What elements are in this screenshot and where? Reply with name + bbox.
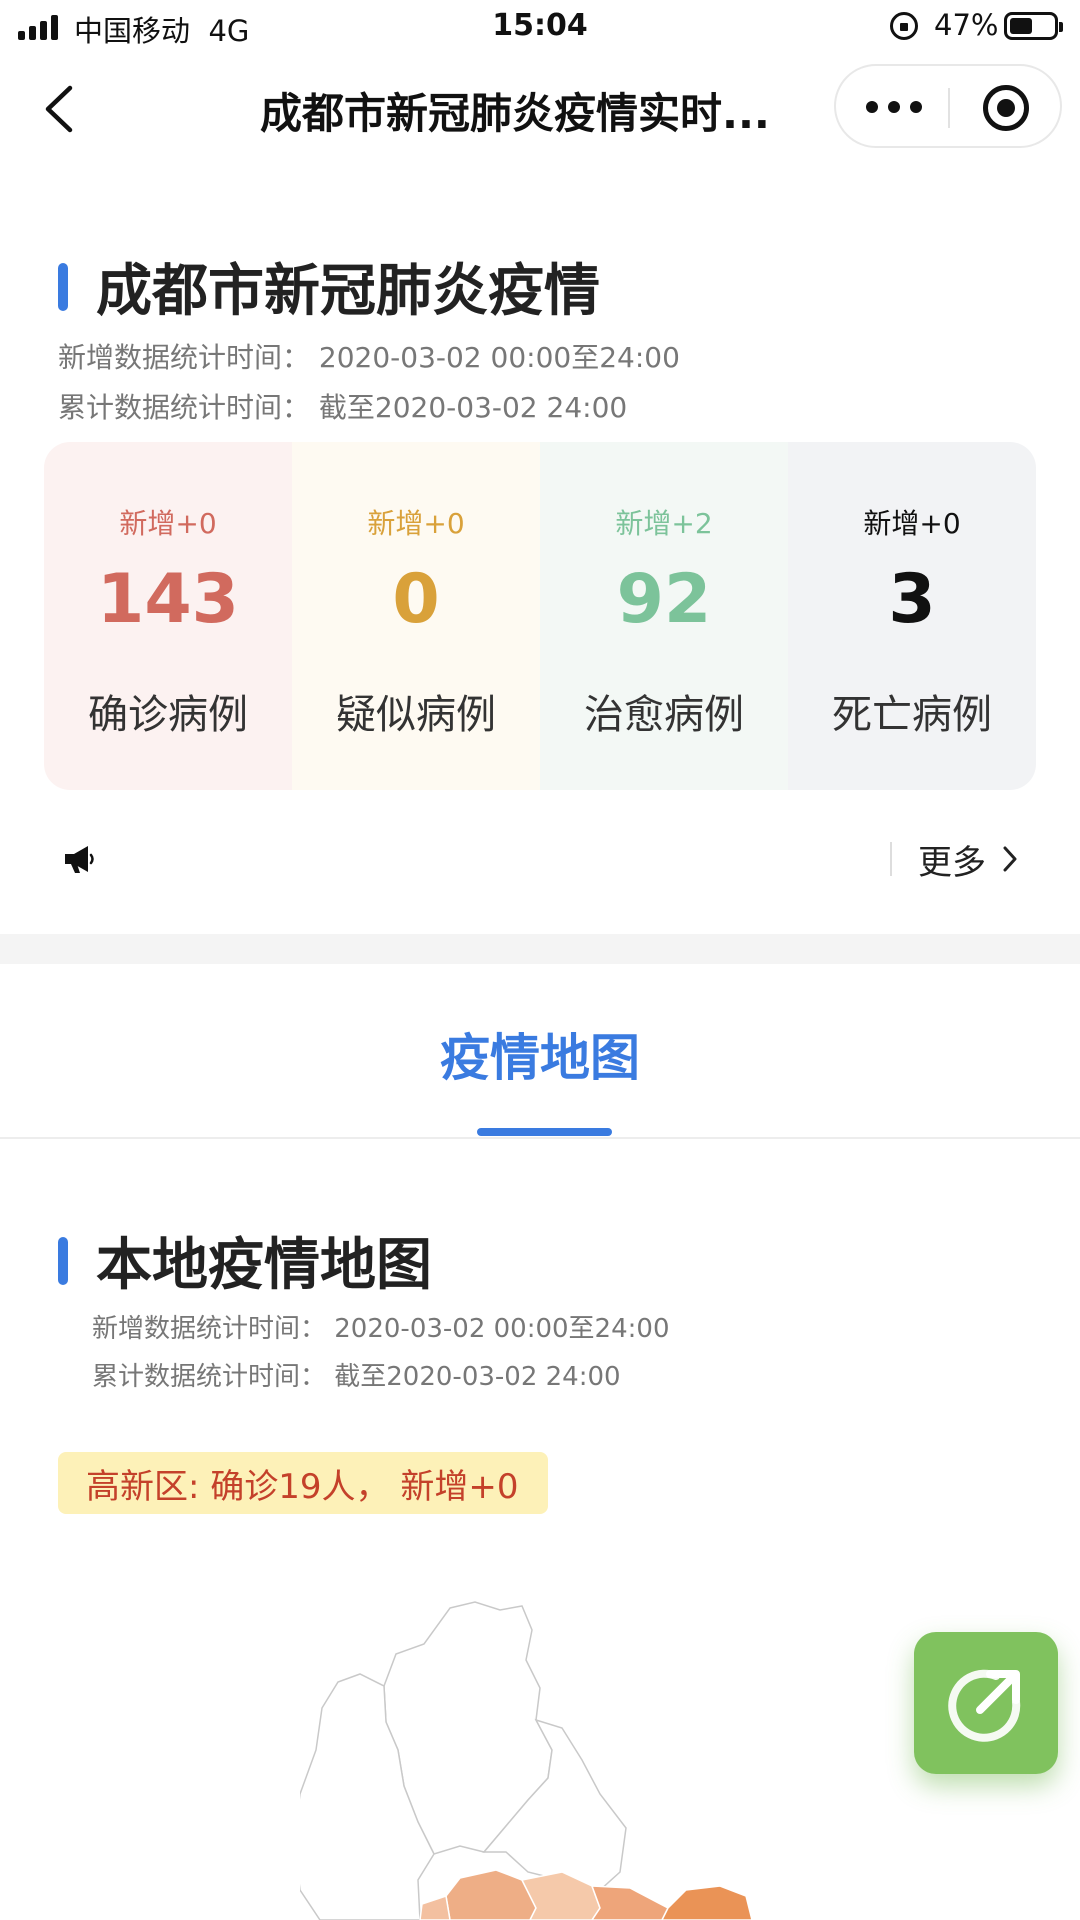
stat-label: 疑似病例 bbox=[336, 692, 496, 738]
local-map-heading-text: 本地疫情地图 bbox=[96, 1233, 432, 1298]
map-region-southwest bbox=[419, 1895, 451, 1920]
mini-program-capsule bbox=[834, 64, 1062, 148]
page-title: 成都市新冠肺炎疫情实时... bbox=[260, 89, 770, 138]
map-new-stats-time: 新增数据统计时间： 2020-03-02 00:00至24:00 bbox=[92, 1314, 670, 1344]
stat-value: 0 bbox=[392, 560, 440, 639]
stats-card: 新增+0 143 确诊病例 新增+0 0 疑似病例 新增+2 92 治愈病例 新… bbox=[44, 442, 1036, 790]
clock: 15:04 bbox=[492, 8, 588, 43]
nav-bar: 成都市新冠肺炎疫情实时... bbox=[0, 60, 1080, 160]
map-region-south-3 bbox=[590, 1885, 669, 1920]
stat-delta: 新增+0 bbox=[863, 507, 961, 540]
map-total-stats-time: 累计数据统计时间： 截至2020-03-02 24:00 bbox=[92, 1362, 621, 1392]
section-separator bbox=[0, 934, 1080, 964]
local-map-heading: 本地疫情地图 bbox=[58, 1220, 432, 1301]
back-arrow-icon[interactable] bbox=[38, 84, 82, 134]
more-label: 更多 bbox=[918, 842, 986, 883]
status-bar: 中国移动 4G 15:04 47% bbox=[0, 0, 1080, 54]
stat-recovered[interactable]: 新增+2 92 治愈病例 bbox=[540, 442, 788, 790]
district-tooltip: 高新区: 确诊19人， 新增+0 bbox=[58, 1452, 548, 1514]
share-button[interactable] bbox=[914, 1632, 1058, 1774]
chevron-right-icon bbox=[1003, 846, 1017, 872]
stat-value: 143 bbox=[97, 560, 239, 639]
stat-suspected[interactable]: 新增+0 0 疑似病例 bbox=[292, 442, 540, 790]
total-stats-time: 累计数据统计时间： 截至2020-03-02 24:00 bbox=[58, 391, 628, 424]
more-separator bbox=[890, 842, 892, 876]
summary-heading-text: 成都市新冠肺炎疫情 bbox=[96, 259, 600, 324]
heading-accent-bar bbox=[58, 262, 68, 311]
battery-icon bbox=[1004, 12, 1063, 40]
stat-deaths[interactable]: 新增+0 3 死亡病例 bbox=[788, 442, 1036, 790]
stat-delta: 新增+2 bbox=[615, 507, 713, 540]
stat-label: 治愈病例 bbox=[584, 692, 744, 738]
share-icon bbox=[948, 1669, 1021, 1742]
stat-confirmed[interactable]: 新增+0 143 确诊病例 bbox=[44, 442, 292, 790]
heading-accent-bar bbox=[58, 1236, 68, 1285]
stat-label: 确诊病例 bbox=[88, 692, 248, 738]
stat-value: 3 bbox=[888, 560, 936, 639]
summary-heading: 成都市新冠肺炎疫情 bbox=[58, 246, 600, 327]
new-stats-time: 新增数据统计时间： 2020-03-02 00:00至24:00 bbox=[58, 341, 680, 374]
tab-epidemic-map[interactable]: 疫情地图 bbox=[0, 1018, 1080, 1090]
map-region-southeast bbox=[661, 1885, 753, 1920]
stat-delta: 新增+0 bbox=[119, 507, 217, 540]
stat-delta: 新增+0 bbox=[367, 507, 465, 540]
tab-indicator bbox=[477, 1128, 612, 1136]
megaphone-icon bbox=[65, 846, 94, 873]
battery-percent: 47% bbox=[934, 8, 999, 42]
more-dots-icon[interactable] bbox=[866, 92, 922, 122]
rotation-lock-icon bbox=[890, 12, 918, 40]
capsule-divider bbox=[948, 88, 950, 128]
map-region-south-1 bbox=[445, 1869, 537, 1920]
more-link[interactable]: 更多 bbox=[890, 836, 1020, 883]
tab-divider bbox=[0, 1137, 1080, 1139]
chengdu-district-map[interactable] bbox=[300, 1590, 820, 1920]
stat-label: 死亡病例 bbox=[832, 692, 992, 738]
target-icon[interactable] bbox=[983, 85, 1029, 131]
stat-value: 92 bbox=[616, 560, 712, 639]
